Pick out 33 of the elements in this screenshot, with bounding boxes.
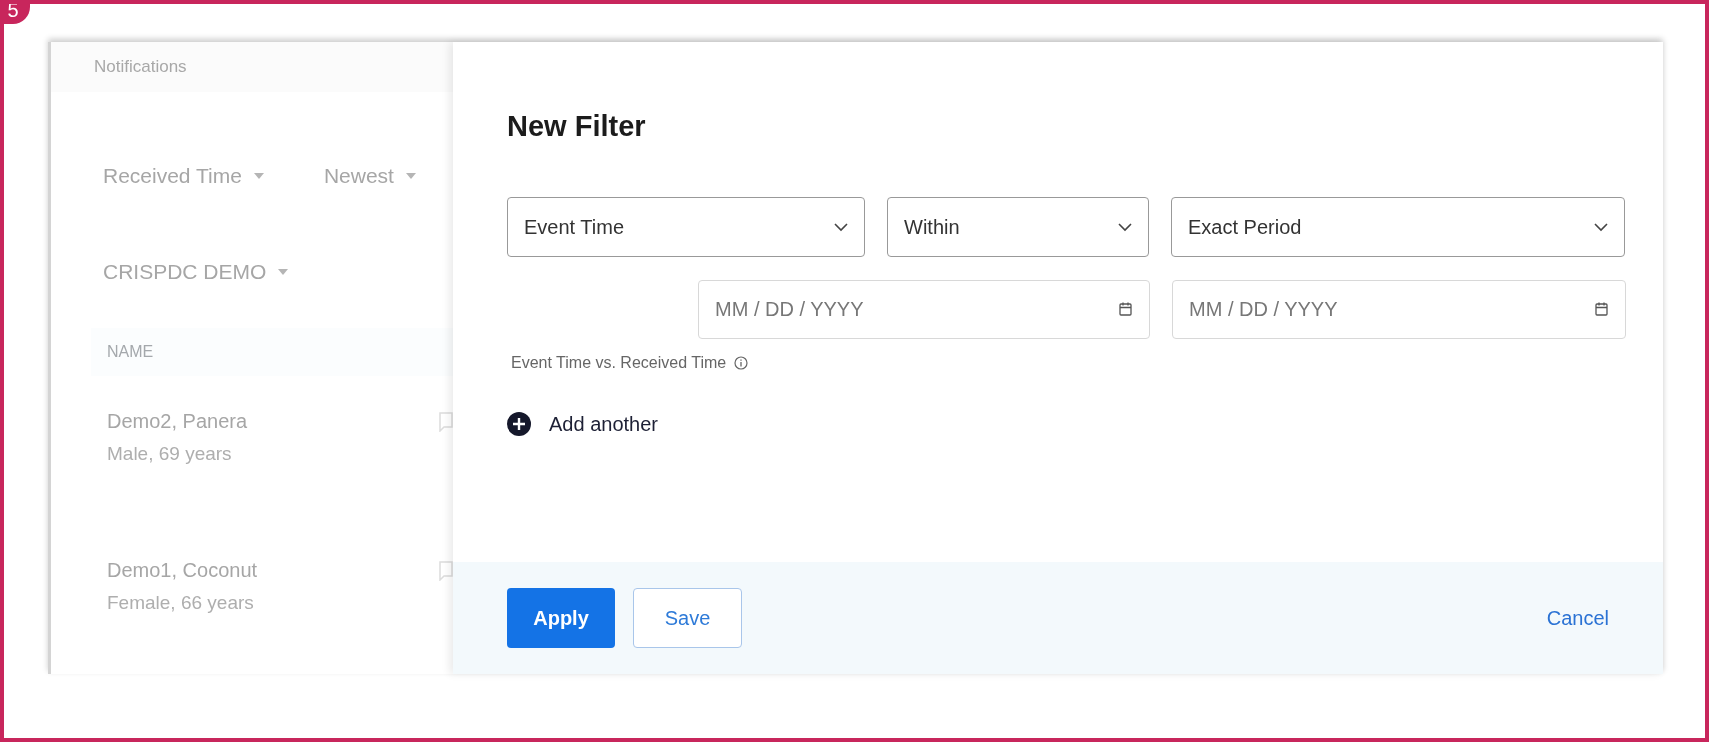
sort-order-dropdown[interactable]: Newest — [323, 164, 416, 189]
patient-detail: Male, 69 years — [107, 443, 233, 466]
hint-text: Event Time vs. Received Time — [511, 354, 727, 372]
caret-icon — [253, 173, 264, 180]
chevron-icon — [1118, 222, 1132, 232]
sort-field-dropdown[interactable]: Received Time — [103, 164, 264, 189]
comment-icon[interactable] — [439, 412, 453, 433]
plus-circle-icon — [507, 412, 531, 436]
date-field[interactable]: MM / DD / YYYY — [698, 280, 1150, 339]
select-dropdown[interactable]: Within — [887, 197, 1149, 257]
select-dropdown[interactable]: Exact Period — [1171, 197, 1625, 257]
select-dropdown[interactable]: Event Time — [507, 197, 865, 257]
chevron-icon — [834, 222, 848, 232]
calendar-icon — [1119, 302, 1132, 316]
patient-name: Demo1, Coconut — [107, 559, 258, 583]
calendar-icon — [1595, 302, 1608, 316]
group-dropdown[interactable]: CRISPDC DEMO — [103, 260, 289, 285]
secondary-button[interactable]: Save — [633, 588, 742, 648]
primary-button[interactable]: Apply — [507, 588, 615, 648]
patient-name: Demo2, Panera — [107, 410, 248, 434]
comment-icon[interactable] — [439, 561, 453, 582]
dialog-title: New Filter — [507, 110, 647, 144]
info-icon[interactable] — [734, 356, 749, 370]
panel-title: Notifications — [94, 57, 187, 78]
patient-detail: Female, 66 years — [107, 592, 255, 615]
caret-icon — [278, 269, 289, 276]
date-field[interactable]: MM / DD / YYYY — [1172, 280, 1626, 339]
cancel-link[interactable]: Cancel — [1546, 588, 1609, 648]
add-another-link[interactable]: Add another — [507, 412, 658, 436]
caret-icon — [405, 173, 416, 180]
chevron-icon — [1594, 222, 1608, 232]
step-badge: 5 — [4, 4, 30, 24]
column-header: NAME — [91, 328, 453, 377]
